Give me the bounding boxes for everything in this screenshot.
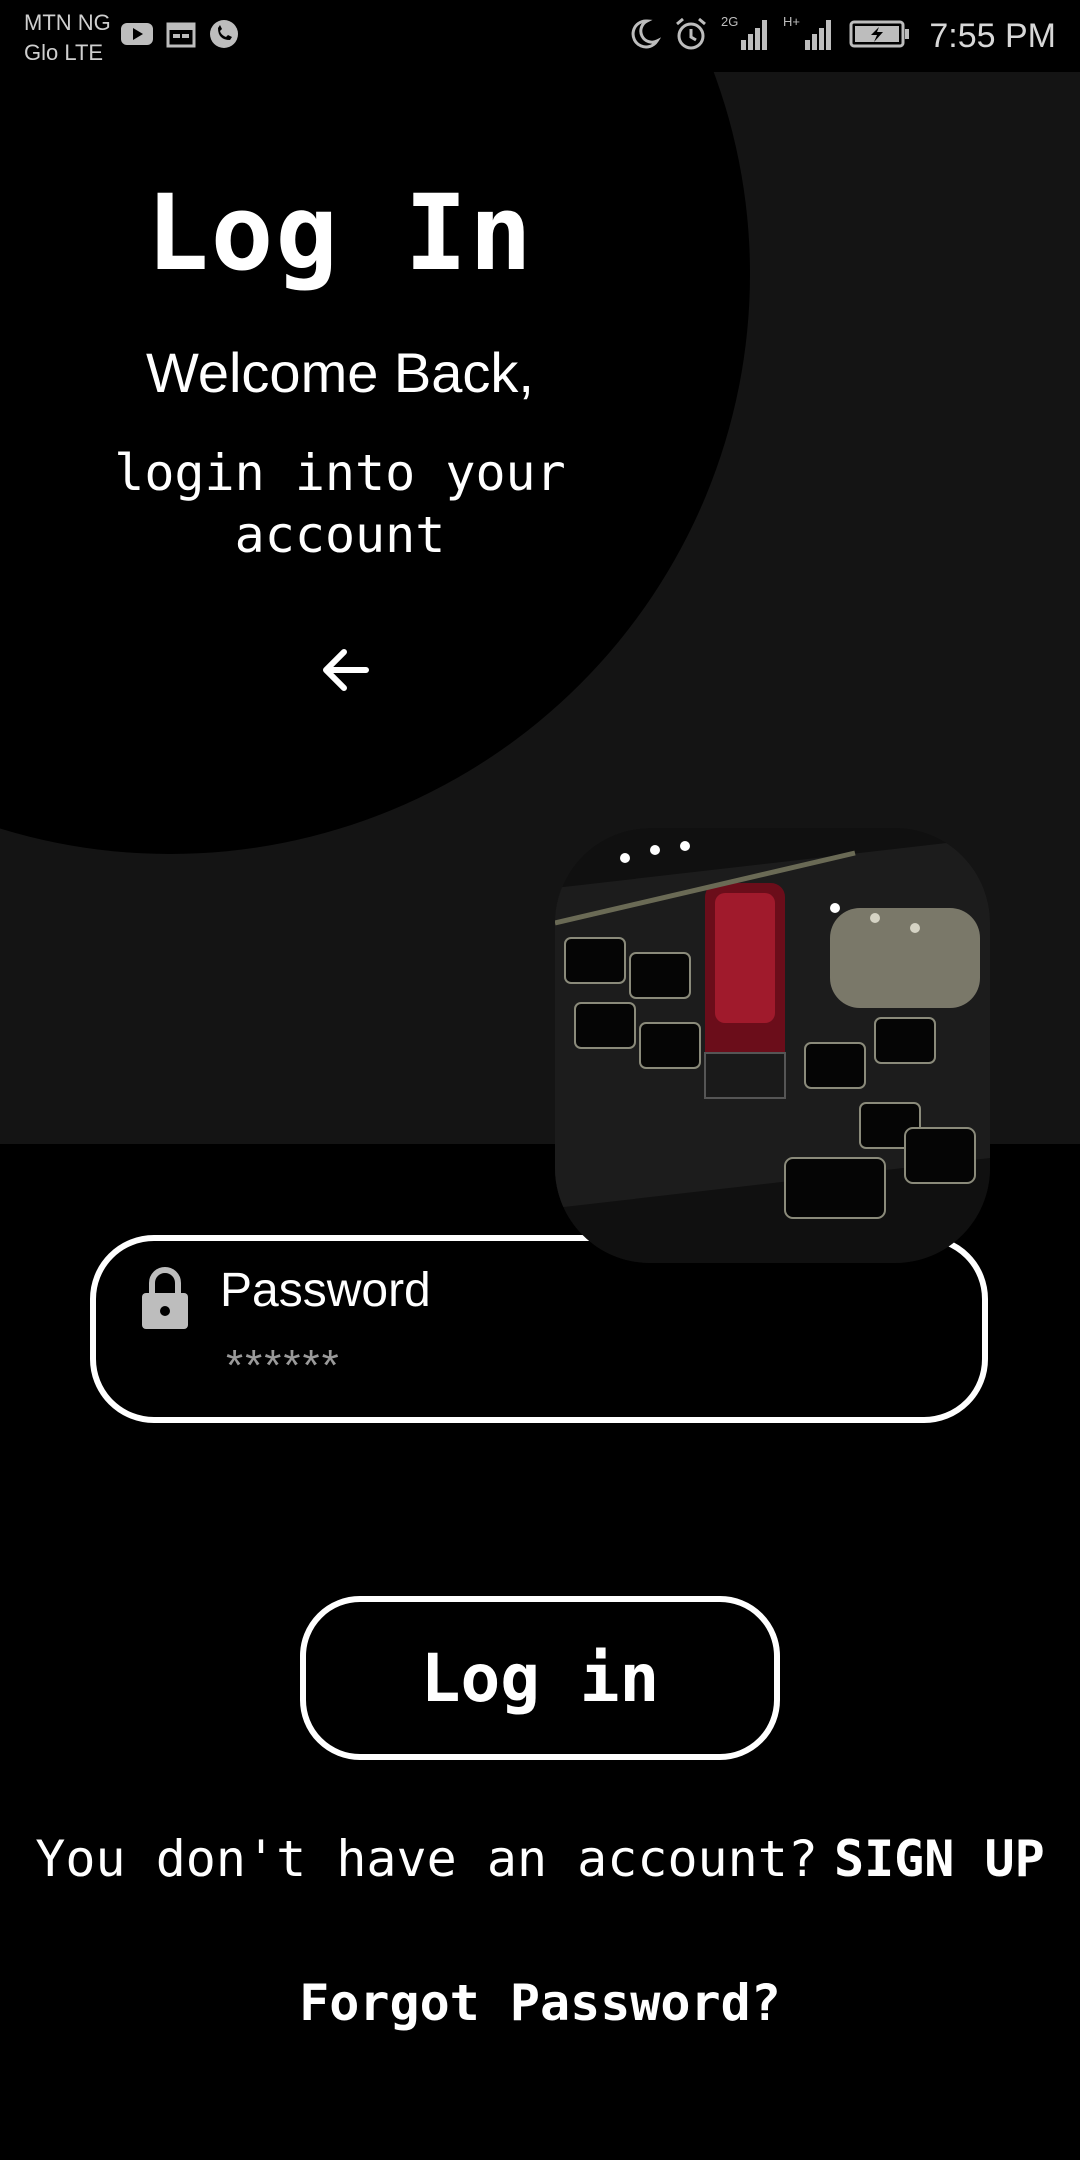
signal-hplus-icon: H+	[783, 14, 837, 59]
calendar-icon	[166, 20, 196, 53]
alarm-icon	[673, 16, 709, 57]
status-bar: MTN NG Glo LTE 2G H+ 7:55 PM	[0, 0, 1080, 72]
signup-prompt: You don't have an account?	[35, 1830, 818, 1888]
back-arrow-icon[interactable]	[316, 640, 376, 700]
carrier-line2: Glo LTE	[24, 40, 104, 65]
password-field[interactable]: Password ******	[90, 1235, 988, 1423]
svg-text:H+: H+	[783, 14, 800, 29]
forgot-password-link[interactable]: Forgot Password?	[0, 1974, 1080, 2032]
welcome-text: Welcome Back,	[146, 341, 534, 404]
signup-row: You don't have an account? SIGN UP	[0, 1830, 1080, 1888]
youtube-icon	[120, 21, 154, 52]
profile-photo	[555, 828, 990, 1263]
phone-call-icon	[208, 18, 240, 55]
lock-icon	[140, 1265, 190, 1331]
page-title: Log In	[146, 172, 534, 294]
signup-link[interactable]: SIGN UP	[834, 1830, 1045, 1888]
login-button[interactable]: Log in	[300, 1596, 780, 1760]
password-label: Password	[220, 1264, 431, 1317]
moon-icon	[627, 17, 662, 56]
svg-text:2G: 2G	[721, 14, 738, 29]
carrier-line1: MTN NG	[24, 10, 111, 35]
battery-charging-icon	[849, 19, 911, 54]
status-time: 7:55 PM	[929, 17, 1056, 55]
carrier-info: MTN NG Glo LTE	[24, 8, 111, 68]
password-input[interactable]: ******	[226, 1341, 341, 1391]
signal-2g-icon: 2G	[721, 14, 771, 59]
subtitle-text: login into your account	[114, 444, 566, 564]
